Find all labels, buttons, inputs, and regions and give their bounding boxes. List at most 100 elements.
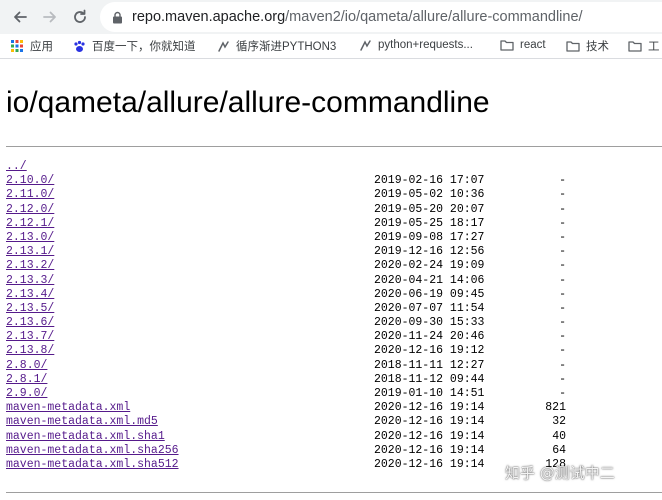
listing-row: 2.10.0/2019-02-16 17:07 - — [6, 174, 662, 188]
bookmark-python3[interactable]: 循序渐进PYTHON3 — [216, 38, 336, 54]
file-size: - — [559, 202, 566, 216]
bookmark-baidu[interactable]: 百度一下，你就知道 — [72, 38, 196, 54]
file-link[interactable]: 2.13.5/ — [6, 302, 54, 315]
modified-date: 2019-05-25 18:17 — [374, 216, 485, 230]
modified-date: 2019-05-02 10:36 — [374, 188, 485, 202]
file-size: - — [559, 287, 566, 301]
listing-row: maven-metadata.xml 2020-12-16 19:14 821 — [6, 401, 662, 415]
bookmark-python-requests[interactable]: python+requests... — [358, 38, 473, 52]
modified-date: 2020-07-07 11:54 — [374, 301, 485, 315]
file-link[interactable]: 2.13.4/ — [6, 288, 54, 301]
address-bar[interactable]: repo.maven.apache.org/maven2/io/qameta/a… — [100, 2, 662, 32]
file-size: 821 — [545, 401, 566, 415]
listing-row: 2.13.7/2020-11-24 20:46 - — [6, 330, 662, 344]
file-size: 32 — [552, 415, 566, 429]
bookmark-folder-tech[interactable]: 技术 — [566, 38, 609, 54]
modified-date: 2020-12-16 19:14 — [374, 443, 485, 457]
file-link[interactable]: 2.13.8/ — [6, 344, 54, 357]
url-path: /maven2/io/qameta/allure/allure-commandl… — [285, 9, 583, 25]
apps-grid-icon — [10, 39, 24, 53]
file-link[interactable]: maven-metadata.xml.sha256 — [6, 444, 179, 457]
listing-row: 2.13.5/2020-07-07 11:54 - — [6, 302, 662, 316]
listing-row: maven-metadata.xml.sha256 2020-12-16 19:1… — [6, 444, 662, 458]
bookmark-label: 工 — [648, 41, 660, 53]
listing-row: maven-metadata.xml.md5 2020-12-16 19:14 32 — [6, 415, 662, 429]
file-size: - — [559, 273, 566, 287]
baidu-paw-icon — [72, 39, 86, 53]
reload-icon — [74, 9, 86, 23]
arrow-left-icon — [14, 11, 27, 23]
browser-toolbar: repo.maven.apache.org/maven2/io/qameta/a… — [0, 0, 662, 34]
url-host: repo.maven.apache.org — [132, 9, 286, 25]
file-link[interactable]: 2.8.1/ — [6, 373, 47, 386]
url-text[interactable]: repo.maven.apache.org/maven2/io/qameta/a… — [132, 9, 583, 25]
file-link[interactable]: 2.13.1/ — [6, 245, 54, 258]
file-link[interactable]: 2.13.7/ — [6, 330, 54, 343]
file-size: - — [559, 358, 566, 372]
bookmark-label: 应用 — [30, 41, 53, 53]
file-size: - — [559, 372, 566, 386]
listing-row: 2.13.4/2020-06-19 09:45 - — [6, 288, 662, 302]
file-link[interactable]: 2.9.0/ — [6, 387, 47, 400]
file-size: - — [559, 188, 566, 202]
file-listing: ../2.10.0/2019-02-16 17:07-2.11.0/2019-0… — [6, 160, 662, 472]
file-link[interactable]: maven-metadata.xml — [6, 401, 130, 414]
bookmark-folder-work[interactable]: 工 — [628, 38, 660, 54]
file-link[interactable]: 2.13.3/ — [6, 274, 54, 287]
link-icon — [216, 39, 230, 53]
file-size: - — [559, 301, 566, 315]
listing-row: 2.13.3/2020-04-21 14:06 - — [6, 274, 662, 288]
file-link[interactable]: 2.13.6/ — [6, 316, 54, 329]
folder-icon — [500, 38, 514, 52]
file-size: - — [559, 344, 566, 358]
file-size: - — [559, 245, 566, 259]
listing-row: 2.12.0/2019-05-20 20:07 - — [6, 203, 662, 217]
bookmark-label: react — [520, 39, 546, 51]
modified-date: 2020-04-21 14:06 — [374, 273, 485, 287]
modified-date: 2020-06-19 09:45 — [374, 287, 485, 301]
file-link[interactable]: 2.12.0/ — [6, 203, 54, 216]
listing-row: maven-metadata.xml.sha1 2020-12-16 19:14 4… — [6, 430, 662, 444]
file-link[interactable]: maven-metadata.xml.sha1 — [6, 430, 165, 443]
reload-button[interactable] — [68, 5, 92, 29]
modified-date: 2019-01-10 14:51 — [374, 387, 485, 400]
file-link[interactable]: 2.8.0/ — [6, 359, 47, 372]
listing-row: ../ — [6, 160, 662, 174]
modified-date: 2019-12-16 12:56 — [374, 245, 485, 259]
file-size: - — [559, 230, 566, 244]
listing-row: 2.12.1/2019-05-25 18:17 - — [6, 217, 662, 231]
file-link[interactable]: 2.11.0/ — [6, 188, 54, 201]
file-link[interactable]: 2.12.1/ — [6, 217, 54, 230]
modified-date: 2018-11-11 12:27 — [374, 358, 485, 372]
file-size: - — [559, 216, 566, 230]
file-size: 40 — [552, 429, 566, 443]
bookmark-folder-react[interactable]: react — [500, 38, 546, 52]
bookmarks-bar: 应用 百度一下，你就知道 循序渐进PYTHON3 python+requests… — [0, 34, 662, 59]
file-link[interactable]: 2.13.0/ — [6, 231, 54, 244]
listing-row: 2.11.0/2019-05-02 10:36 - — [6, 188, 662, 202]
file-link[interactable]: 2.10.0/ — [6, 174, 54, 187]
file-link[interactable]: 2.13.2/ — [6, 259, 54, 272]
folder-icon — [628, 39, 642, 53]
modified-date: 2020-12-16 19:14 — [374, 457, 485, 471]
listing-row: 2.13.0/2019-09-08 17:27 - — [6, 231, 662, 245]
file-size: - — [559, 316, 566, 330]
bookmark-apps[interactable]: 应用 — [10, 38, 53, 54]
top-divider — [6, 146, 662, 147]
forward-button[interactable] — [38, 5, 62, 29]
modified-date: 2019-05-20 20:07 — [374, 202, 485, 216]
bookmark-label: 循序渐进PYTHON3 — [236, 41, 337, 53]
lock-icon[interactable] — [110, 10, 124, 24]
file-link[interactable]: maven-metadata.xml.md5 — [6, 415, 158, 428]
modified-date: 2020-12-16 19:14 — [374, 401, 485, 415]
back-button[interactable] — [8, 5, 32, 29]
file-size: 64 — [552, 443, 566, 457]
file-link[interactable]: maven-metadata.xml.sha512 — [6, 458, 179, 471]
modified-date: 2020-12-16 19:12 — [374, 344, 485, 358]
listing-row: 2.13.6/2020-09-30 15:33 - — [6, 316, 662, 330]
arrow-right-icon — [43, 11, 56, 23]
file-link[interactable]: ../ — [6, 160, 27, 173]
listing-row: 2.9.0/2019-01-10 14:51 - — [6, 387, 662, 401]
bottom-divider — [6, 492, 662, 493]
file-size: - — [559, 387, 566, 400]
